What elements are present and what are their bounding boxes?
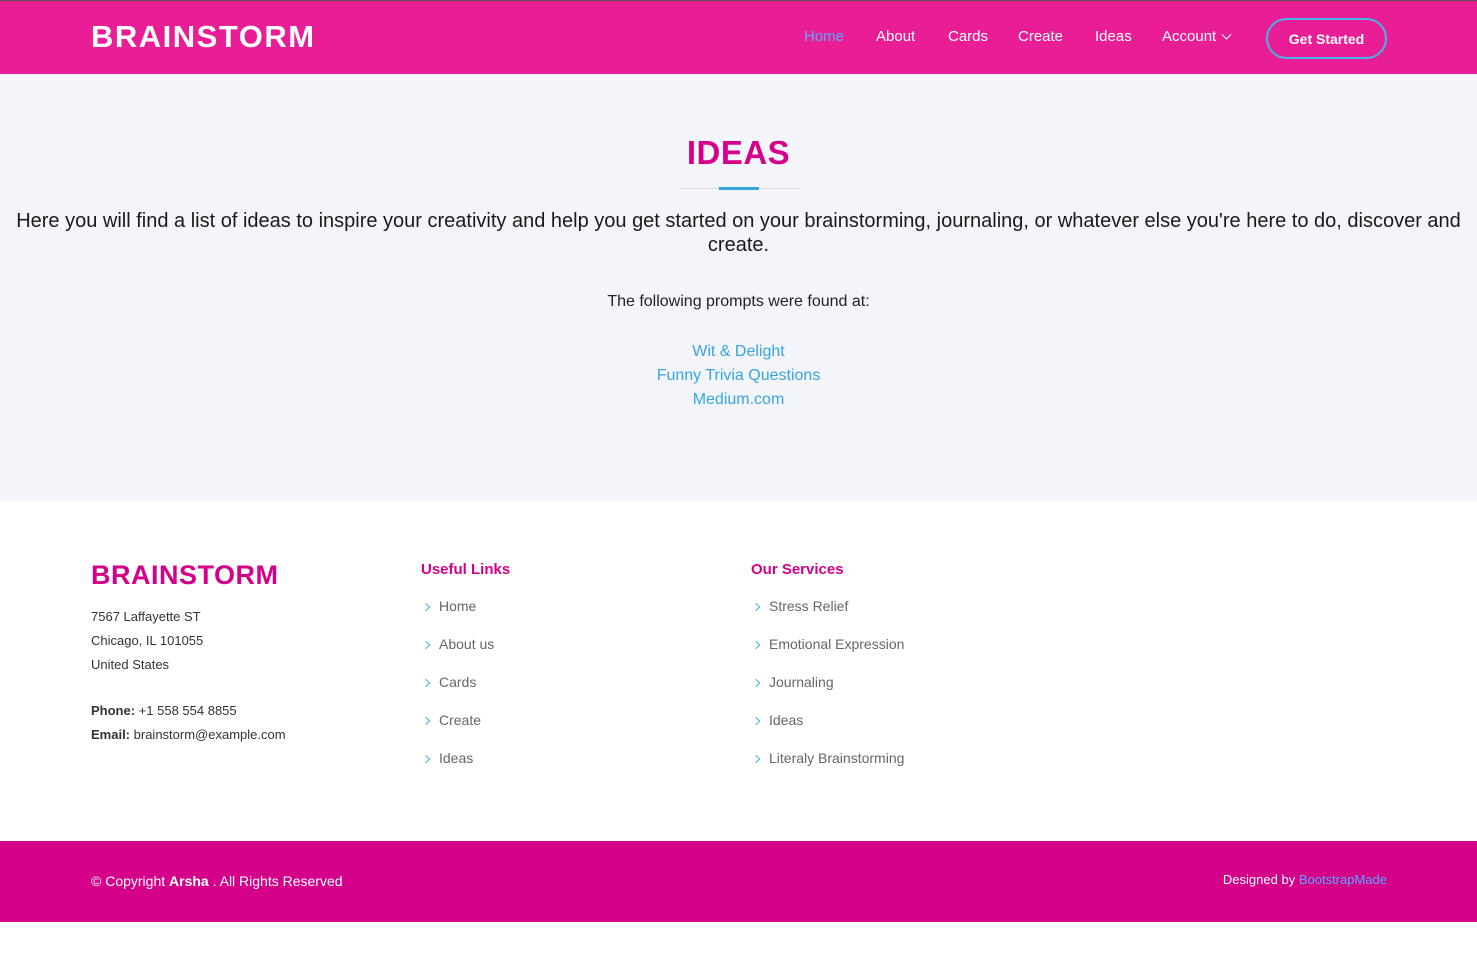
get-started-button[interactable]: Get Started <box>1266 18 1387 59</box>
site-header: BRAINSTORM Home About Cards Create Ideas… <box>0 0 1477 74</box>
chevron-right-icon <box>421 716 431 726</box>
chevron-right-icon <box>751 602 761 612</box>
useful-links-title: Useful Links <box>421 561 511 578</box>
footer-link-home[interactable]: Home <box>421 598 494 636</box>
nav-ideas[interactable]: Ideas <box>1095 28 1132 45</box>
copyright-suffix: . All Rights Reserved <box>212 873 343 889</box>
chevron-right-icon <box>421 640 431 650</box>
service-label: Journaling <box>769 674 834 690</box>
chevron-right-icon <box>751 716 761 726</box>
nav-account-label: Account <box>1162 28 1217 45</box>
designed-by-label: Designed by <box>1222 872 1296 887</box>
intro-text: Here you will find a list of ideas to in… <box>16 210 1461 256</box>
service-label: Emotional Expression <box>769 636 905 652</box>
services-title: Our Services <box>751 561 844 578</box>
service-brainstorming[interactable]: Literaly Brainstorming <box>751 750 904 788</box>
designed-by-link[interactable]: BootstrapMade <box>1299 872 1387 887</box>
footer-link-label: Home <box>439 598 477 614</box>
footer-link-create[interactable]: Create <box>421 712 494 750</box>
footer: BRAINSTORM 7567 Laffayette ST Chicago, I… <box>0 501 1477 841</box>
service-label: Literaly Brainstorming <box>769 750 905 766</box>
sources-intro: The following prompts were found at: <box>607 293 870 310</box>
footer-link-label: Create <box>439 712 482 728</box>
address-line: 7567 Laffayette ST <box>91 609 201 624</box>
footer-link-about[interactable]: About us <box>421 636 494 674</box>
ideas-section: IDEAS Here you will find a list of ideas… <box>0 74 1477 501</box>
copyright-brand: Arsha <box>169 873 209 889</box>
nav-cards[interactable]: Cards <box>948 28 988 45</box>
chevron-right-icon <box>421 602 431 612</box>
service-label: Stress Relief <box>769 598 849 614</box>
footer-address: 7567 Laffayette ST Chicago, IL 101055 Un… <box>91 605 203 677</box>
title-divider-accent <box>719 187 759 190</box>
section-title: IDEAS <box>686 134 791 171</box>
footer-link-label: Ideas <box>439 750 474 766</box>
address-line: United States <box>91 657 170 672</box>
source-link-wit-delight[interactable]: Wit & Delight <box>0 340 1477 364</box>
service-journaling[interactable]: Journaling <box>751 674 904 712</box>
nav-create[interactable]: Create <box>1018 28 1063 45</box>
footer-link-label: About us <box>439 636 495 652</box>
service-emotional-expression[interactable]: Emotional Expression <box>751 636 904 674</box>
service-label: Ideas <box>769 712 804 728</box>
service-ideas[interactable]: Ideas <box>751 712 904 750</box>
copyright: © Copyright Arsha . All Rights Reserved <box>91 873 343 889</box>
footer-contact: Phone: +1 558 554 8855 Email: brainstorm… <box>91 699 286 747</box>
footer-link-label: Cards <box>439 674 477 690</box>
nav-home[interactable]: Home <box>804 28 844 45</box>
designed-by: Designed by BootstrapMade <box>1223 872 1387 887</box>
useful-links-list: Home About us Cards Create Ideas <box>421 598 494 788</box>
email-value: brainstorm@example.com <box>133 727 286 742</box>
services-list: Stress Relief Emotional Expression Journ… <box>751 598 904 788</box>
phone-label: Phone: <box>91 703 136 718</box>
nav-account-dropdown[interactable]: Account <box>1162 28 1232 45</box>
copyright-prefix: © Copyright <box>91 873 166 889</box>
chevron-right-icon <box>421 678 431 688</box>
main-nav: Home About Cards Create Ideas Account <box>0 28 1477 50</box>
nav-about[interactable]: About <box>876 28 915 45</box>
footer-bottom-bar: © Copyright Arsha . All Rights Reserved … <box>0 841 1477 922</box>
email-label: Email: <box>91 727 131 742</box>
footer-link-ideas[interactable]: Ideas <box>421 750 494 788</box>
source-link-medium[interactable]: Medium.com <box>0 388 1477 412</box>
source-link-funny-trivia[interactable]: Funny Trivia Questions <box>0 364 1477 388</box>
footer-logo: BRAINSTORM <box>91 560 279 590</box>
address-line: Chicago, IL 101055 <box>91 633 204 648</box>
chevron-right-icon <box>751 754 761 764</box>
footer-link-cards[interactable]: Cards <box>421 674 494 712</box>
source-links: Wit & Delight Funny Trivia Questions Med… <box>0 340 1477 412</box>
phone-value: +1 558 554 8855 <box>138 703 237 718</box>
chevron-right-icon <box>751 640 761 650</box>
chevron-down-icon <box>1221 29 1232 40</box>
chevron-right-icon <box>751 678 761 688</box>
chevron-right-icon <box>421 754 431 764</box>
service-stress-relief[interactable]: Stress Relief <box>751 598 904 636</box>
